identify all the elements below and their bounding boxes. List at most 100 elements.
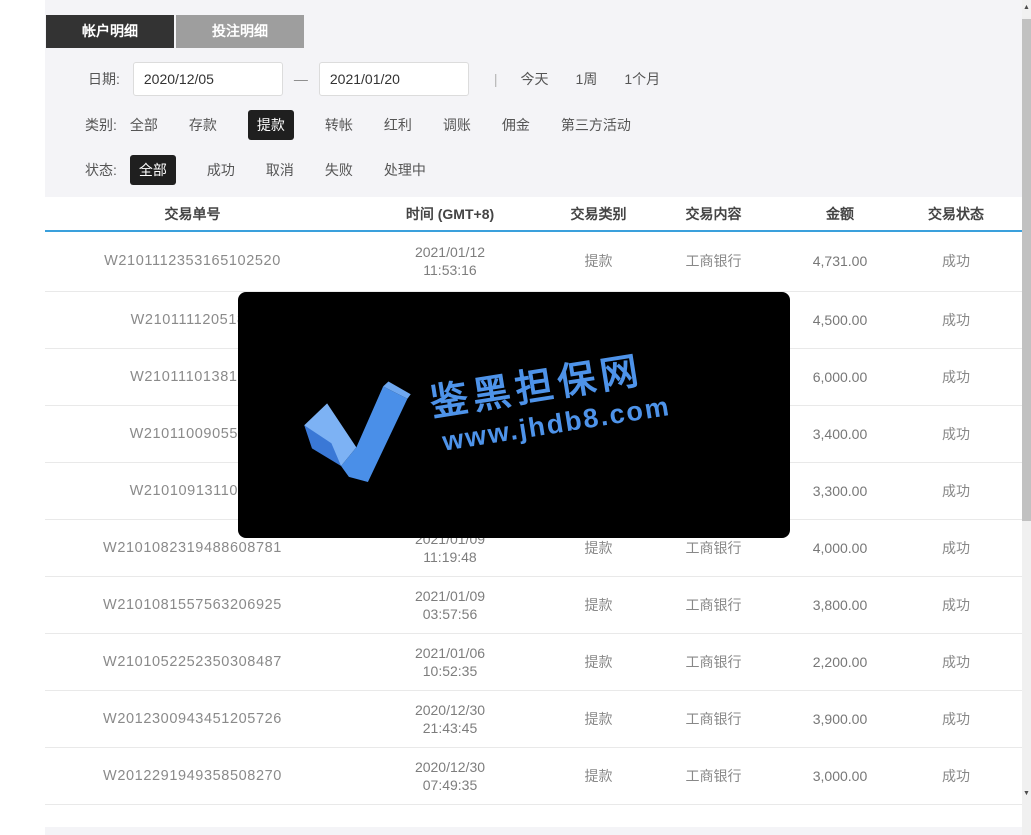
category-label: 类别: <box>85 115 117 135</box>
category-transfer[interactable]: 转帐 <box>325 115 353 135</box>
status-processing[interactable]: 处理中 <box>384 160 426 180</box>
cell-transaction-id: W2101052252350308487 <box>45 633 340 690</box>
cell-amount: 4,500.00 <box>790 291 890 348</box>
cell-amount: 4,000.00 <box>790 519 890 576</box>
header-transaction-id: 交易单号 <box>45 197 340 231</box>
watermark-overlay: 鉴黑担保网 www.jhdb8.com <box>238 292 790 538</box>
cell-amount: 2,200.00 <box>790 633 890 690</box>
cell-transaction-id: W2012291949358508270 <box>45 747 340 804</box>
cell-amount: 3,800.00 <box>790 576 890 633</box>
cell-content: 工商银行 <box>637 747 790 804</box>
time-clock: 10:52:35 <box>340 662 560 680</box>
category-deposit[interactable]: 存款 <box>189 115 217 135</box>
date-range-dash: — <box>294 71 308 87</box>
category-adjustment[interactable]: 调账 <box>443 115 471 135</box>
category-all[interactable]: 全部 <box>130 115 158 135</box>
status-label: 状态: <box>85 160 117 180</box>
time-clock: 07:49:35 <box>340 776 560 794</box>
table-row: W2101052252350308487 2021/01/06 10:52:35… <box>45 633 1022 690</box>
cell-content: 工商银行 <box>637 231 790 291</box>
scroll-up-icon[interactable]: ▲ <box>1022 0 1031 17</box>
check-box-logo-icon <box>293 372 426 493</box>
quick-range-today[interactable]: 今天 <box>521 69 549 89</box>
cell-amount: 3,000.00 <box>790 747 890 804</box>
status-failed[interactable]: 失败 <box>325 160 353 180</box>
watermark-content: 鉴黑担保网 www.jhdb8.com <box>293 319 764 494</box>
tab-bar: 帐户明细 投注明细 <box>46 15 306 48</box>
cell-amount: 3,900.00 <box>790 690 890 747</box>
quick-range-1month[interactable]: 1个月 <box>624 69 660 89</box>
category-withdrawal-selected[interactable]: 提款 <box>248 110 294 140</box>
scrollbar-track[interactable]: ▲ ▼ <box>1022 0 1031 835</box>
date-from-input[interactable] <box>133 62 283 96</box>
cell-status: 成功 <box>890 747 1022 804</box>
cell-status: 成功 <box>890 291 1022 348</box>
cell-transaction-id: W2101112353165102520 <box>45 231 340 291</box>
header-type: 交易类别 <box>560 197 637 231</box>
tab-account-details[interactable]: 帐户明细 <box>46 15 174 48</box>
cell-type: 提款 <box>560 633 637 690</box>
status-success[interactable]: 成功 <box>207 160 235 180</box>
cell-time: 2020/12/30 21:43:45 <box>340 690 560 747</box>
cell-content: 工商银行 <box>637 690 790 747</box>
cell-type: 提款 <box>560 576 637 633</box>
cell-status: 成功 <box>890 690 1022 747</box>
scroll-down-icon[interactable]: ▼ <box>1022 786 1031 803</box>
time-date: 2020/12/30 <box>340 701 560 719</box>
cell-amount: 3,400.00 <box>790 405 890 462</box>
tab-betting-details[interactable]: 投注明细 <box>176 15 304 48</box>
date-label: 日期: <box>88 69 120 89</box>
cell-status: 成功 <box>890 576 1022 633</box>
date-divider: | <box>494 71 498 87</box>
time-date: 2020/12/30 <box>340 758 560 776</box>
time-clock: 03:57:56 <box>340 605 560 623</box>
time-clock: 11:19:48 <box>340 548 560 566</box>
scrollbar-thumb[interactable] <box>1022 19 1031 521</box>
cell-time: 2021/01/09 03:57:56 <box>340 576 560 633</box>
time-clock: 11:53:16 <box>340 261 560 279</box>
cell-content: 工商银行 <box>637 576 790 633</box>
cell-status: 成功 <box>890 348 1022 405</box>
quick-range-1week[interactable]: 1周 <box>576 69 598 89</box>
cell-amount: 4,731.00 <box>790 231 890 291</box>
cell-amount: 3,300.00 <box>790 462 890 519</box>
cell-status: 成功 <box>890 231 1022 291</box>
cell-type: 提款 <box>560 231 637 291</box>
table-header-row: 交易单号 时间 (GMT+8) 交易类别 交易内容 金额 交易状态 <box>45 197 1022 231</box>
header-status: 交易状态 <box>890 197 1022 231</box>
table-row: W2012300943451205726 2020/12/30 21:43:45… <box>45 690 1022 747</box>
header-content: 交易内容 <box>637 197 790 231</box>
filter-panel: 帐户明细 投注明细 日期: — | 今天 1周 1个月 类别: 全部 存款 提款… <box>45 0 1022 197</box>
cell-status: 成功 <box>890 405 1022 462</box>
category-filter-row: 类别: 全部 存款 提款 转帐 红利 调账 佣金 第三方活动 <box>85 111 662 138</box>
time-date: 2021/01/06 <box>340 644 560 662</box>
status-filter-row: 状态: 全部 成功 取消 失败 处理中 <box>85 156 457 183</box>
category-commission[interactable]: 佣金 <box>502 115 530 135</box>
cell-transaction-id: W2012300943451205726 <box>45 690 340 747</box>
time-clock: 21:43:45 <box>340 719 560 737</box>
bottom-panel-strip <box>45 827 1022 835</box>
category-bonus[interactable]: 红利 <box>384 115 412 135</box>
status-cancelled[interactable]: 取消 <box>266 160 294 180</box>
date-to-input[interactable] <box>319 62 469 96</box>
cell-status: 成功 <box>890 633 1022 690</box>
table-row: W2101112353165102520 2021/01/12 11:53:16… <box>45 231 1022 291</box>
cell-type: 提款 <box>560 747 637 804</box>
cell-status: 成功 <box>890 462 1022 519</box>
category-third-party[interactable]: 第三方活动 <box>561 115 631 135</box>
time-date: 2021/01/09 <box>340 587 560 605</box>
table-row: W2101081557563206925 2021/01/09 03:57:56… <box>45 576 1022 633</box>
cell-transaction-id: W2101081557563206925 <box>45 576 340 633</box>
cell-time: 2021/01/12 11:53:16 <box>340 231 560 291</box>
header-time: 时间 (GMT+8) <box>340 197 560 231</box>
cell-content: 工商银行 <box>637 633 790 690</box>
cell-status: 成功 <box>890 519 1022 576</box>
cell-time: 2021/01/06 10:52:35 <box>340 633 560 690</box>
watermark-texts: 鉴黑担保网 www.jhdb8.com <box>427 345 673 459</box>
table-row: W2012291949358508270 2020/12/30 07:49:35… <box>45 747 1022 804</box>
cell-amount: 6,000.00 <box>790 348 890 405</box>
cell-time: 2020/12/30 07:49:35 <box>340 747 560 804</box>
status-all-selected[interactable]: 全部 <box>130 155 176 185</box>
time-date: 2021/01/12 <box>340 243 560 261</box>
cell-type: 提款 <box>560 690 637 747</box>
